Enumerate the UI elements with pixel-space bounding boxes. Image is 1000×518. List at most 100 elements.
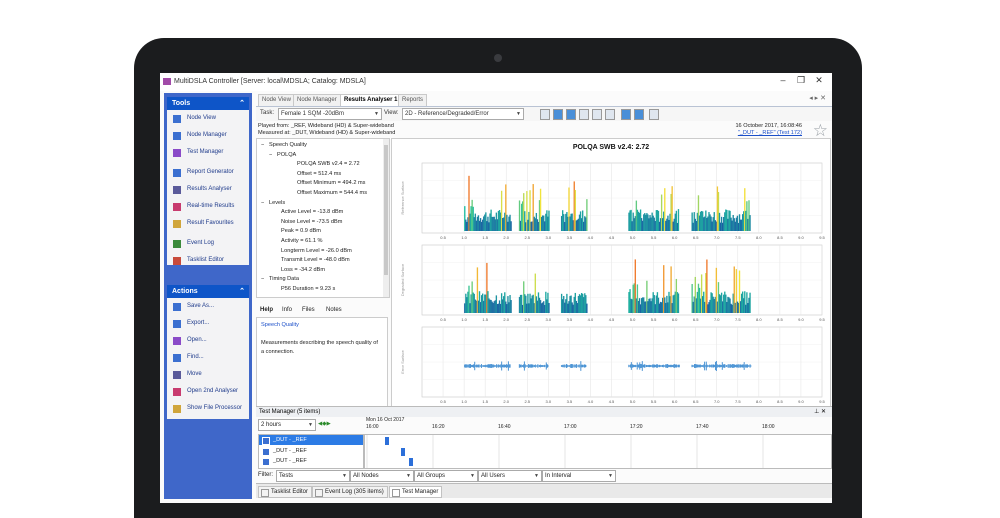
options-icon[interactable] [634,109,644,120]
tab-right-icon[interactable]: ▸ [815,95,819,102]
tab-results-analyser[interactable]: Results Analyser 1 [340,94,402,106]
filter-interval-select[interactable]: In Interval ▼ [542,470,616,482]
sidebar-item-move[interactable]: Move [167,366,249,383]
tree-toggle-icon[interactable]: − [261,276,264,282]
sidebar-item-open-analyser[interactable]: Open 2nd Analyser [167,383,249,400]
sidebar-item-node-manager[interactable]: Node Manager [167,127,249,144]
time-label: 17:40 [696,424,709,430]
filter-groups-select[interactable]: All Groups ▼ [414,470,478,482]
collapse-icon[interactable]: ⌃ [239,285,245,298]
time-label: 18:00 [762,424,775,430]
sidebar-item-result-favourites[interactable]: Result Favourites [167,215,249,232]
filter-tests-select[interactable]: Tests ▼ [276,470,350,482]
nav-arrows-icon[interactable]: ◀◆▶ [318,421,331,427]
x-tick-label: 5.0 [630,235,636,240]
tree-node: Activity = 61.1 % [281,238,323,244]
open-icon [173,337,181,345]
view-select[interactable]: 2D - Reference/Degraded/Error ▼ [402,108,524,120]
tab-node-manager[interactable]: Node Manager [293,94,341,106]
move-icon [173,371,181,379]
sidebar-item-results-analyser[interactable]: Results Analyser [167,181,249,198]
tree-toggle-icon[interactable]: − [269,152,272,158]
delete-icon[interactable] [605,109,615,120]
tab-test-manager-label: Test Manager [402,489,439,495]
timeline-test-marker[interactable] [401,448,405,456]
open-analyser-icon [173,388,181,396]
x-tick-label: 0.5 [440,317,446,322]
tab-notes[interactable]: Notes [326,307,342,313]
tree-node: Offset Minimum = 494.2 ms [297,180,366,187]
sidebar-item-label: Open 2nd Analyser [187,388,239,394]
task-select[interactable]: Female 1 SQM -20dBm ▼ [278,108,382,120]
sidebar-item-find[interactable]: Find... [167,349,249,366]
sidebar-item-test-manager[interactable]: Test Manager [167,144,249,161]
toolbar: Task: Female 1 SQM -20dBm ▼ View: 2D - Re… [256,107,832,121]
filter-nodes-select[interactable]: All Nodes ▼ [350,470,414,482]
sidebar-item-open[interactable]: Open... [167,332,249,349]
tree-toggle-icon[interactable]: − [261,200,264,206]
x-tick-label: 6.5 [693,399,699,404]
table-row[interactable]: _DUT - _REF [259,456,363,466]
prev-icon[interactable] [553,109,563,120]
x-tick-label: 6.5 [693,235,699,240]
table-row[interactable]: _DUT - _REF [259,435,363,445]
node-view-icon [173,115,181,123]
sidebar-item-label: Node View [187,115,216,121]
tab-info[interactable]: Info [282,307,292,313]
minimize-icon[interactable]: – [774,75,792,85]
sidebar-item-export[interactable]: Export... [167,315,249,332]
sidebar-item-tasklist-editor[interactable]: Tasklist Editor [167,252,249,269]
sidebar-item-event-log[interactable]: Event Log [167,235,249,252]
panel-label: Reference Surface [400,181,405,215]
actions-panel: Actions ⌃ Save As... Export... Open... Find.… [167,285,249,419]
panel-label: Degraded Surface [400,263,405,296]
tab-help[interactable]: Help [260,307,273,313]
filter-users-select[interactable]: All Users ▼ [478,470,542,482]
sidebar-item-realtime-results[interactable]: Real-time Results [167,198,249,215]
actions-header[interactable]: Actions ⌃ [167,285,249,298]
tab-left-icon[interactable]: ◂ [809,95,813,102]
tab-tasklist-editor[interactable]: Tasklist Editor [258,486,313,498]
results-tree: − Speech Quality − POLQA POLQA SWB v2.4 = 2.… [256,138,390,298]
timeline-test-marker[interactable] [409,458,413,466]
refresh-icon[interactable] [649,109,659,120]
tab-close-icon[interactable]: ✕ [820,95,826,102]
tree-node: Offset = 512.4 ms [297,170,342,177]
x-tick-label: 8.0 [756,399,762,404]
tab-reports[interactable]: Reports [398,94,428,106]
first-icon[interactable] [540,109,550,120]
x-tick-label: 9.0 [798,235,804,240]
zoom-icon[interactable] [592,109,602,120]
table-row[interactable]: _DUT - _REF [259,446,363,456]
restore-icon[interactable]: ❐ [792,75,810,86]
document-tabs: Node View Node Manager Results Analyser … [256,93,832,107]
tools-header[interactable]: Tools ⌃ [167,97,249,110]
sidebar-item-save-as[interactable]: Save As... [167,298,249,315]
tree-node: Timing Data [269,276,299,283]
collapse-icon[interactable]: ⌃ [239,97,245,110]
next-icon[interactable] [566,109,576,120]
test-row-label: _DUT - _REF [273,458,307,464]
x-tick-label: 2.5 [524,317,530,322]
range-select[interactable]: 2 hours ▼ [258,419,316,431]
scrollbar-thumb[interactable] [384,145,388,275]
sidebar-item-label: Node Manager [187,132,227,138]
time-label: 17:00 [564,424,577,430]
close-icon[interactable]: ✕ [810,75,828,86]
test-link[interactable]: "_DUT - _REF" (Test 172) [735,130,802,137]
save-icon[interactable] [621,109,631,120]
last-icon[interactable] [579,109,589,120]
error-column [678,364,680,368]
tab-test-manager[interactable]: Test Manager [389,486,443,498]
sidebar-item-file-processor[interactable]: Show File Processor [167,400,249,417]
tab-node-view[interactable]: Node View [258,94,295,106]
sidebar-item-node-view[interactable]: Node View [167,110,249,127]
title-bar: MultiDSLA Controller [Server: local\MDSL… [160,73,832,91]
tab-files[interactable]: Files [302,307,315,313]
tree-toggle-icon[interactable]: − [261,142,264,148]
timeline-test-marker[interactable] [385,437,389,445]
tree-scrollbar[interactable] [383,139,389,297]
tree-node: POLQA SWB v2.4 = 2.72 [297,161,360,168]
tab-event-log[interactable]: Event Log (305 items) [312,486,388,498]
sidebar-item-report-generator[interactable]: Report Generator [167,164,249,181]
